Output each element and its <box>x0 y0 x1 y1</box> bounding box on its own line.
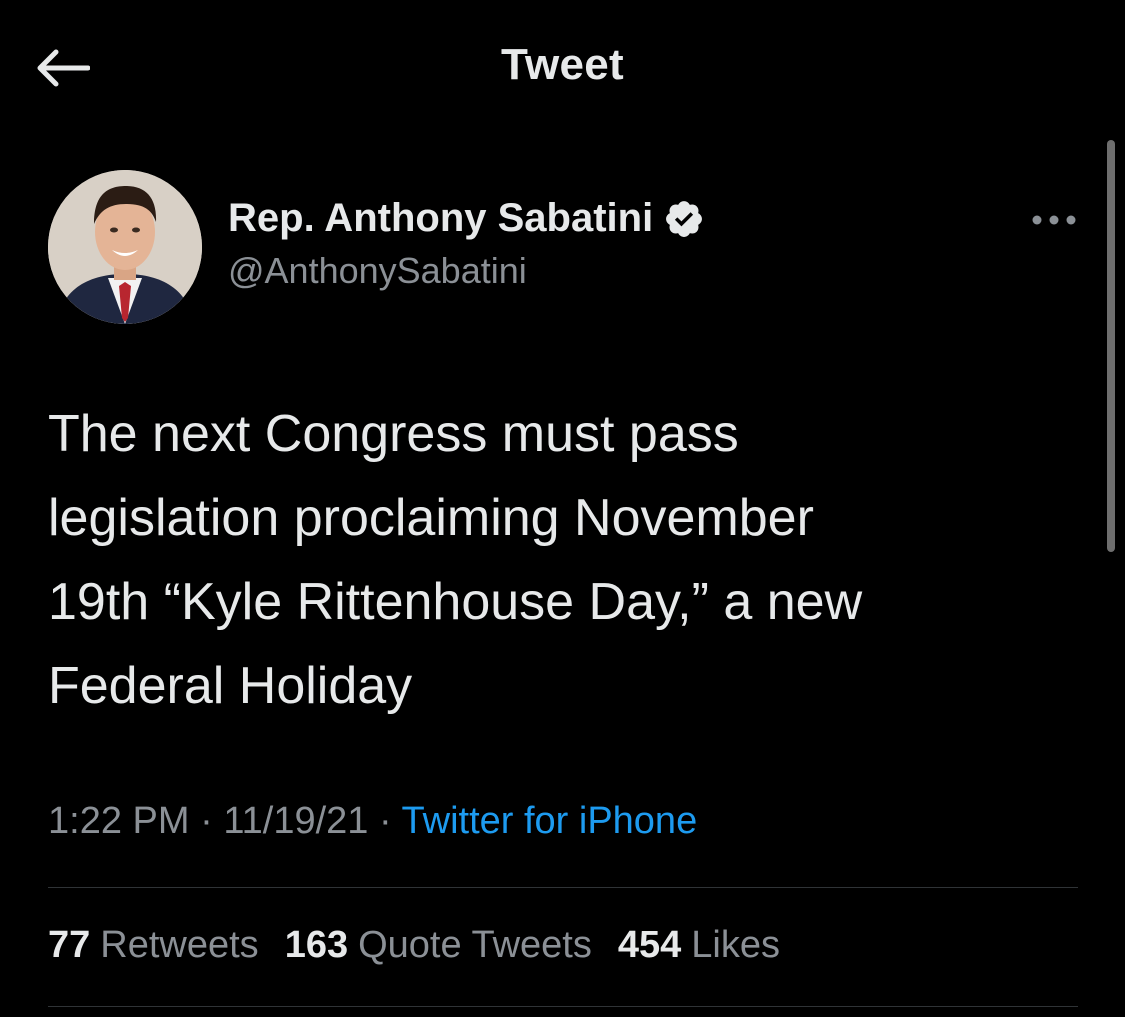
verified-badge-icon <box>663 198 705 240</box>
tweet-time[interactable]: 1:22 PM <box>48 800 190 842</box>
avatar[interactable] <box>48 170 202 324</box>
divider <box>48 887 1078 888</box>
meta-separator: · <box>368 800 402 842</box>
quote-tweets-count: 163 <box>284 924 349 966</box>
retweets-stat[interactable]: 77 Retweets <box>48 924 259 967</box>
tweet-meta: 1:22 PM · 11/19/21 · Twitter for iPhone <box>48 800 697 843</box>
quote-tweets-stat[interactable]: 163 Quote Tweets <box>285 924 592 967</box>
quote-tweets-label: Quote Tweets <box>358 924 592 966</box>
tweet-date[interactable]: 11/19/21 <box>223 800 368 842</box>
more-dots-icon <box>1032 215 1076 225</box>
likes-count: 454 <box>617 924 682 966</box>
retweets-label: Retweets <box>100 924 259 966</box>
author-handle[interactable]: @AnthonySabatini <box>228 250 527 292</box>
likes-stat[interactable]: 454 Likes <box>618 924 780 967</box>
top-bar: Tweet <box>0 0 1125 136</box>
divider <box>48 1006 1078 1007</box>
tweet-source-link[interactable]: Twitter for iPhone <box>402 800 698 842</box>
page-title: Tweet <box>501 40 624 89</box>
scrollbar[interactable] <box>1107 140 1115 552</box>
retweets-count: 77 <box>48 924 91 966</box>
meta-separator: · <box>189 800 224 842</box>
author-name[interactable]: Rep. Anthony Sabatini <box>228 196 653 241</box>
likes-label: Likes <box>691 924 780 966</box>
more-options-button[interactable] <box>1024 200 1084 240</box>
profile-photo <box>48 170 202 324</box>
tweet-stats: 77 Retweets 163 Quote Tweets 454 Likes <box>48 924 780 967</box>
tweet-text: The next Congress must pass legislation … <box>48 405 863 715</box>
author-name-row[interactable]: Rep. Anthony Sabatini <box>228 196 705 241</box>
